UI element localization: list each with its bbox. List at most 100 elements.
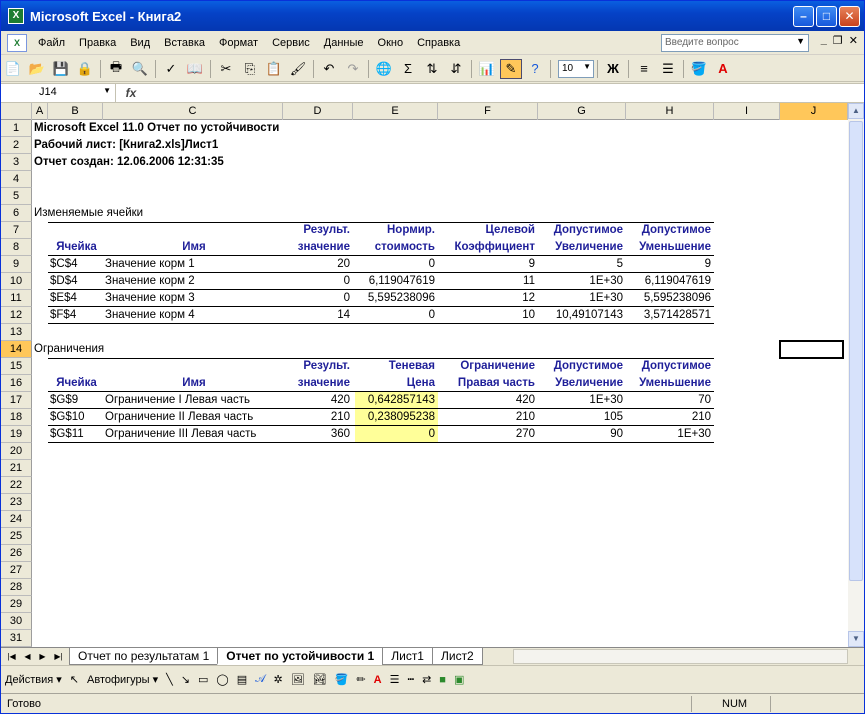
tab-results-report[interactable]: Отчет по результатам 1 <box>69 648 219 665</box>
menu-tools[interactable]: Сервис <box>265 37 317 49</box>
row-header-29[interactable]: 29 <box>1 596 32 613</box>
tab-sheet1[interactable]: Лист1 <box>382 648 433 665</box>
column-header-f[interactable]: F <box>438 103 538 120</box>
row-header-6[interactable]: 6 <box>1 205 32 222</box>
font-size-select[interactable]: 10 ▼ <box>558 59 594 78</box>
name-box[interactable]: J14 ▼ <box>1 84 116 102</box>
wordart-icon[interactable]: 𝒜 <box>251 673 269 686</box>
menu-help[interactable]: Справка <box>410 37 467 49</box>
3d-icon[interactable]: ▣ <box>450 673 468 686</box>
select-all-corner[interactable] <box>1 103 32 120</box>
permission-icon[interactable]: 🔒 <box>74 59 96 79</box>
menu-format[interactable]: Формат <box>212 37 265 49</box>
column-header-h[interactable]: H <box>626 103 714 120</box>
prev-sheet-icon[interactable]: ◀ <box>24 652 30 661</box>
vertical-scrollbar[interactable]: ▲ ▼ <box>848 103 864 647</box>
rectangle-icon[interactable]: ▭ <box>194 673 212 686</box>
print-preview-icon[interactable]: 🔍 <box>129 59 151 79</box>
format-painter-icon[interactable]: 🖌 <box>287 59 309 79</box>
copy-icon[interactable]: ⎘ <box>239 59 261 79</box>
last-sheet-icon[interactable]: ▶| <box>54 652 62 661</box>
first-sheet-icon[interactable]: |◀ <box>7 652 15 661</box>
draw-actions-menu[interactable]: Действия ▾ <box>1 673 66 686</box>
new-icon[interactable]: 📄 <box>2 59 24 79</box>
sort-descending-icon[interactable]: ⇵ <box>445 59 467 79</box>
drawing-icon[interactable]: ✎ <box>500 58 522 79</box>
font-color-icon[interactable]: A <box>712 59 734 79</box>
align-center-icon[interactable]: ≡ <box>633 59 655 79</box>
row-header-28[interactable]: 28 <box>1 579 32 596</box>
row-header-10[interactable]: 10 <box>1 273 32 290</box>
doc-minimize-button[interactable]: _ <box>821 34 827 47</box>
row-header-18[interactable]: 18 <box>1 409 32 426</box>
row-header-22[interactable]: 22 <box>1 477 32 494</box>
row-header-9[interactable]: 9 <box>1 256 32 273</box>
select-objects-icon[interactable]: ↖ <box>66 673 83 686</box>
horizontal-scrollbar[interactable] <box>513 649 848 664</box>
picture-icon[interactable]: 🏞 <box>309 673 331 686</box>
row-header-16[interactable]: 16 <box>1 375 32 392</box>
row-header-8[interactable]: 8 <box>1 239 32 256</box>
scroll-up-icon[interactable]: ▲ <box>848 103 864 119</box>
column-header-c[interactable]: C <box>103 103 283 120</box>
spreadsheet-grid[interactable]: ABCDEFGHIJ 1 2 3 4 5 6 7 8 9 10 11 12 13 14 15 16 17 18 19… <box>1 103 848 647</box>
row-header-1[interactable]: 1 <box>1 120 32 137</box>
row-header-13[interactable]: 13 <box>1 324 32 341</box>
line-color-icon[interactable]: ✏ <box>352 673 369 686</box>
formula-input[interactable] <box>146 84 864 102</box>
chart-wizard-icon[interactable]: 📊 <box>476 59 498 79</box>
textbox-icon[interactable]: ▤ <box>233 673 251 686</box>
row-header-14[interactable]: 14 <box>1 341 32 358</box>
row-header-24[interactable]: 24 <box>1 511 32 528</box>
font-color-icon[interactable]: A <box>370 674 386 686</box>
row-header-17[interactable]: 17 <box>1 392 32 409</box>
scroll-down-icon[interactable]: ▼ <box>848 631 864 647</box>
column-header-b[interactable]: B <box>48 103 103 120</box>
menu-insert[interactable]: Вставка <box>157 37 212 49</box>
bold-button[interactable]: Ж <box>602 59 624 79</box>
menu-edit[interactable]: Правка <box>72 37 123 49</box>
shadow-icon[interactable]: ■ <box>435 674 450 686</box>
column-header-g[interactable]: G <box>538 103 626 120</box>
doc-restore-button[interactable]: ❐ <box>833 34 843 47</box>
document-icon[interactable]: X <box>7 33 27 52</box>
tab-sensitivity-report[interactable]: Отчет по устойчивости 1 <box>217 648 384 665</box>
arrow-icon[interactable]: ↘ <box>177 673 194 686</box>
menu-file[interactable]: Файл <box>31 37 72 49</box>
doc-close-button[interactable]: ✕ <box>849 34 858 47</box>
print-icon[interactable]: 🖶 <box>105 59 127 79</box>
column-header-i[interactable]: I <box>714 103 780 120</box>
maximize-button[interactable]: □ <box>816 6 837 27</box>
row-header-30[interactable]: 30 <box>1 613 32 630</box>
save-icon[interactable]: 💾 <box>50 59 72 79</box>
fill-color-icon[interactable]: 🪣 <box>688 59 710 79</box>
column-header-a[interactable]: A <box>32 103 48 120</box>
active-cell[interactable] <box>779 340 844 359</box>
row-header-26[interactable]: 26 <box>1 545 32 562</box>
fill-color-icon[interactable]: 🪣 <box>331 673 353 686</box>
insert-function-icon[interactable]: fx <box>116 86 146 100</box>
arrow-style-icon[interactable]: ⇄ <box>418 673 435 686</box>
open-icon[interactable]: 📂 <box>26 59 48 79</box>
row-header-23[interactable]: 23 <box>1 494 32 511</box>
row-header-11[interactable]: 11 <box>1 290 32 307</box>
menu-view[interactable]: Вид <box>123 37 157 49</box>
undo-icon[interactable]: ↶ <box>318 59 340 79</box>
scroll-thumb[interactable] <box>849 121 863 581</box>
column-header-e[interactable]: E <box>353 103 438 120</box>
row-header-12[interactable]: 12 <box>1 307 32 324</box>
ask-question-input[interactable]: Введите вопрос ▼ <box>661 34 809 52</box>
row-header-4[interactable]: 4 <box>1 171 32 188</box>
menu-window[interactable]: Окно <box>371 37 411 49</box>
minimize-button[interactable]: – <box>793 6 814 27</box>
row-header-19[interactable]: 19 <box>1 426 32 443</box>
autoshapes-menu[interactable]: Автофигуры ▾ <box>83 673 162 686</box>
cut-icon[interactable]: ✂ <box>215 59 237 79</box>
row-header-20[interactable]: 20 <box>1 443 32 460</box>
row-header-3[interactable]: 3 <box>1 154 32 171</box>
tab-sheet2[interactable]: Лист2 <box>431 648 483 665</box>
next-sheet-icon[interactable]: ▶ <box>39 652 45 661</box>
column-header-d[interactable]: D <box>283 103 353 120</box>
row-header-5[interactable]: 5 <box>1 188 32 205</box>
row-header-21[interactable]: 21 <box>1 460 32 477</box>
